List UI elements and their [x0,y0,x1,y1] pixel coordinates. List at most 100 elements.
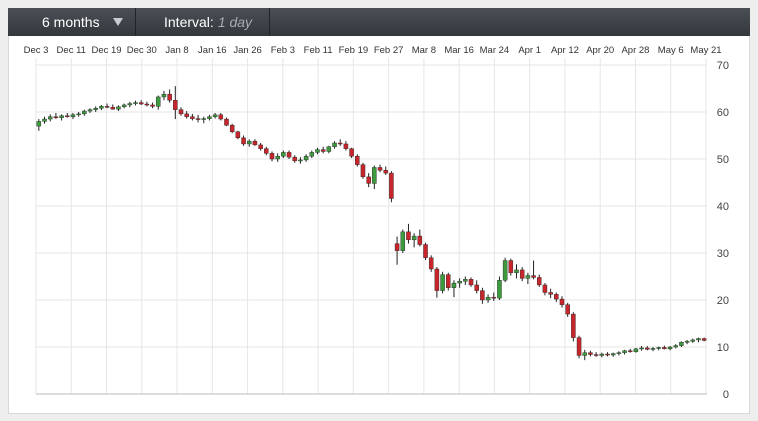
candle [411,233,417,248]
candle [195,114,201,123]
candle [138,100,144,105]
candle [485,294,491,303]
candle [275,153,280,162]
candle-body-down [508,260,514,273]
x-tick-label: Dec 30 [127,45,157,56]
candle [53,112,59,120]
candle-body-down [269,153,275,160]
candle-body-down [627,350,633,352]
candle [542,283,548,296]
candle-body-down [366,176,371,184]
candle-body-down [662,347,667,350]
candle [343,141,349,151]
candle [383,166,388,175]
candle-body-down [343,143,349,149]
candle [474,280,479,294]
candle-body-up [440,274,445,291]
candle-body-up [502,260,508,281]
candle-body-up [679,342,684,346]
y-tick-label: 60 [717,107,729,119]
candle-body-down [406,231,411,241]
candle-body-down [565,304,570,315]
candle-body-down [519,269,525,279]
candle-body-up [326,146,332,152]
x-tick-label: Feb 11 [304,45,333,56]
candle-body-down [258,144,263,149]
candle-body-up [70,114,76,117]
candle [65,112,70,118]
candle [150,102,155,109]
candle [332,141,337,149]
candle [59,114,64,121]
candle [428,255,434,272]
candle [99,104,104,111]
candle-body-up [610,353,616,356]
candle-body-down [167,93,172,101]
candle-body-down [264,148,269,154]
candle-body-down [320,149,326,152]
candle [82,109,87,116]
candle [121,103,127,109]
candle-body-up [667,346,673,350]
candle [258,143,263,151]
candle [224,117,229,127]
candle [110,104,116,110]
candlestick-chart: Dec 3 Dec 11 Dec 19 Dec 30 Jan 8 Jan 16 Jan 26… [24,45,729,401]
candle-body-down [53,116,59,118]
candle-body-down [383,170,388,174]
candle-body-up [76,113,81,116]
candle [502,257,508,283]
candle-body-up [451,282,457,288]
candle-body-up [116,106,121,110]
candle-body-down [178,109,184,115]
candle-body-down [184,113,189,117]
candle-body-up [36,121,42,127]
candle-body-down [548,292,553,295]
x-tick-label: Dec 19 [91,45,121,56]
candle-body-down [190,116,195,119]
candle-body-up [411,235,417,241]
candle-body-down [144,103,150,106]
candle-body-up [622,350,627,353]
y-tick-label: 70 [717,60,729,72]
candle [298,157,303,164]
candle [559,296,565,308]
y-tick-label: 40 [717,201,729,213]
candle-body-down [645,347,650,350]
candle-body-up [42,118,47,122]
candle-body-up [696,338,701,341]
candle-body-up [315,149,320,153]
candle [457,278,462,288]
candle [696,337,701,343]
candle-body-up [207,116,212,119]
candle-body-up [275,155,280,160]
candle [537,274,542,287]
candle-body-up [514,269,519,273]
candle [519,267,525,282]
x-axis-labels: Dec 3 Dec 11 Dec 19 Dec 30 Jan 8 Jan 16 Jan 26… [24,45,722,56]
candle-body-down [377,167,383,171]
candle-body-down [235,131,241,139]
x-tick-label: Jan 8 [165,45,188,56]
y-gridlines [36,64,707,348]
candle [144,101,150,107]
candle [605,352,610,357]
candle-body-up [599,353,605,356]
candle-body-down [150,104,155,107]
candle [406,223,411,244]
x-tick-label: Feb 3 [271,45,295,56]
candle [372,165,377,190]
candle [650,347,656,352]
candle [548,288,553,299]
x-tick-label: Mar 8 [412,45,436,56]
x-tick-label: Jan 16 [198,45,227,56]
candle-body-down [423,244,428,258]
candle [207,114,212,121]
candle-body-up [497,280,502,299]
x-tick-label: Apr 1 [518,45,541,56]
candle-body-up [372,167,377,184]
candle-body-up [400,231,406,251]
candle [423,242,428,261]
candle [252,139,258,146]
candle-body-up [463,279,468,282]
